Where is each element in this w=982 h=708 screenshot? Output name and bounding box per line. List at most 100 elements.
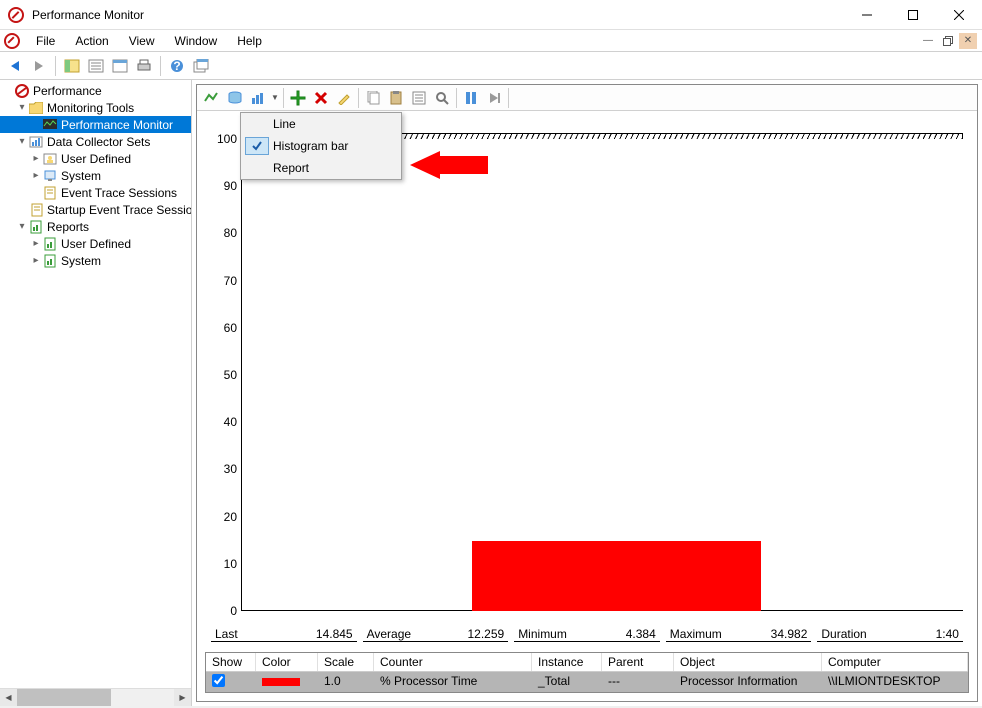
- view-current-activity-button[interactable]: [201, 87, 223, 109]
- col-header-computer[interactable]: Computer: [822, 653, 968, 671]
- expander-icon[interactable]: ▾: [16, 136, 28, 147]
- tree-node-performance-monitor[interactable]: Performance Monitor: [0, 116, 191, 133]
- tree-node-startup-trace[interactable]: Startup Event Trace Sessions: [0, 201, 191, 218]
- tree-label: Monitoring Tools: [47, 101, 134, 115]
- stat-maximum-label: Maximum: [670, 627, 722, 641]
- counter-grid: Show Color Scale Counter Instance Parent…: [205, 652, 969, 693]
- counter-show-checkbox[interactable]: [206, 672, 256, 692]
- tree-horizontal-scrollbar[interactable]: ◀ ▶: [0, 688, 191, 706]
- user-defined-icon: [42, 151, 58, 167]
- mdi-minimize-button[interactable]: —: [919, 33, 937, 49]
- copy-properties-button[interactable]: [362, 87, 384, 109]
- menu-view[interactable]: View: [119, 32, 165, 50]
- expander-icon[interactable]: ▸: [30, 238, 42, 249]
- zoom-button[interactable]: [431, 87, 453, 109]
- tree-node-monitoring-tools[interactable]: ▾ Monitoring Tools: [0, 99, 191, 116]
- paste-counter-list-button[interactable]: [385, 87, 407, 109]
- tree-node-dcs-system[interactable]: ▸ System: [0, 167, 191, 184]
- monitor-icon: [42, 117, 58, 133]
- col-header-scale[interactable]: Scale: [318, 653, 374, 671]
- folder-icon: [28, 100, 44, 116]
- col-header-counter[interactable]: Counter: [374, 653, 532, 671]
- tree-label: Event Trace Sessions: [61, 186, 177, 200]
- y-axis-tick: 70: [211, 274, 237, 288]
- dropdown-item-label: Report: [273, 161, 309, 175]
- print-button[interactable]: [133, 55, 155, 77]
- counter-name: % Processor Time: [374, 672, 532, 692]
- stat-duration-value: 1:40: [936, 627, 959, 641]
- y-axis-tick: 50: [211, 368, 237, 382]
- tree-node-performance[interactable]: Performance: [0, 82, 191, 99]
- show-hide-tree-button[interactable]: [61, 55, 83, 77]
- tree-node-reports[interactable]: ▾ Reports: [0, 218, 191, 235]
- expander-icon[interactable]: ▸: [30, 255, 42, 266]
- report-icon: [42, 236, 58, 252]
- menu-action[interactable]: Action: [65, 32, 118, 50]
- expander-icon[interactable]: ▸: [30, 170, 42, 181]
- tree-panel: Performance ▾ Monitoring Tools Performan…: [0, 80, 192, 706]
- perfmon-toolbar: ▼: [197, 85, 977, 111]
- graph-type-dropdown-arrow[interactable]: ▼: [270, 93, 280, 102]
- help-button[interactable]: ?: [166, 55, 188, 77]
- stat-average-label: Average: [367, 627, 411, 641]
- stat-last-label: Last: [215, 627, 238, 641]
- maximize-button[interactable]: [890, 0, 936, 30]
- properties-button[interactable]: [408, 87, 430, 109]
- tree-label: Startup Event Trace Sessions: [47, 203, 191, 217]
- dropdown-item-histogram[interactable]: Histogram bar: [241, 135, 401, 157]
- export-list-button[interactable]: [109, 55, 131, 77]
- tree-node-rep-user-defined[interactable]: ▸ User Defined: [0, 235, 191, 252]
- scroll-right-button[interactable]: ▶: [174, 689, 191, 706]
- mmc-toolbar: ?: [0, 52, 982, 80]
- back-button[interactable]: [4, 55, 26, 77]
- reports-icon: [28, 219, 44, 235]
- minimize-button[interactable]: [844, 0, 890, 30]
- properties-button[interactable]: [85, 55, 107, 77]
- col-header-object[interactable]: Object: [674, 653, 822, 671]
- menu-file[interactable]: File: [26, 32, 65, 50]
- tree-label: System: [61, 169, 101, 183]
- dropdown-item-report[interactable]: Report: [241, 157, 401, 179]
- tree-node-rep-system[interactable]: ▸ System: [0, 252, 191, 269]
- counter-instance: _Total: [532, 672, 602, 692]
- scroll-track[interactable]: [17, 689, 174, 706]
- change-graph-type-button[interactable]: [247, 87, 269, 109]
- y-axis-tick: 20: [211, 510, 237, 524]
- col-header-color[interactable]: Color: [256, 653, 318, 671]
- expander-icon[interactable]: ▸: [30, 153, 42, 164]
- col-header-show[interactable]: Show: [206, 653, 256, 671]
- new-window-button[interactable]: [190, 55, 212, 77]
- title-bar: Performance Monitor: [0, 0, 982, 30]
- expander-icon[interactable]: ▾: [16, 102, 28, 113]
- mdi-close-button[interactable]: ✕: [959, 33, 977, 49]
- menu-help[interactable]: Help: [227, 32, 272, 50]
- delete-counter-button[interactable]: [310, 87, 332, 109]
- scroll-left-button[interactable]: ◀: [0, 689, 17, 706]
- tree-node-data-collector-sets[interactable]: ▾ Data Collector Sets: [0, 133, 191, 150]
- add-counter-button[interactable]: [287, 87, 309, 109]
- tree-node-event-trace[interactable]: Event Trace Sessions: [0, 184, 191, 201]
- dropdown-item-line[interactable]: Line: [241, 113, 401, 135]
- expander-icon[interactable]: ▾: [16, 221, 28, 232]
- highlight-button[interactable]: [333, 87, 355, 109]
- graph-type-dropdown[interactable]: Line Histogram bar Report: [240, 112, 402, 180]
- col-header-instance[interactable]: Instance: [532, 653, 602, 671]
- navigation-tree[interactable]: Performance ▾ Monitoring Tools Performan…: [0, 80, 191, 688]
- mdi-restore-button[interactable]: [939, 33, 957, 49]
- check-icon: [245, 115, 269, 133]
- tree-node-dcs-user-defined[interactable]: ▸ User Defined: [0, 150, 191, 167]
- counter-row[interactable]: 1.0 % Processor Time _Total --- Processo…: [206, 672, 968, 692]
- close-button[interactable]: [936, 0, 982, 30]
- scroll-thumb[interactable]: [17, 689, 111, 706]
- menu-window[interactable]: Window: [165, 32, 228, 50]
- content-area: Performance ▾ Monitoring Tools Performan…: [0, 80, 982, 706]
- freeze-display-button[interactable]: [460, 87, 482, 109]
- forward-button[interactable]: [28, 55, 50, 77]
- update-data-button[interactable]: [483, 87, 505, 109]
- counter-computer: \\ILMIONTDESKTOP: [822, 672, 968, 692]
- col-header-parent[interactable]: Parent: [602, 653, 674, 671]
- chart-area: 0102030405060708090100: [197, 111, 977, 619]
- view-log-data-button[interactable]: [224, 87, 246, 109]
- performance-icon: [14, 83, 30, 99]
- y-axis-tick: 90: [211, 179, 237, 193]
